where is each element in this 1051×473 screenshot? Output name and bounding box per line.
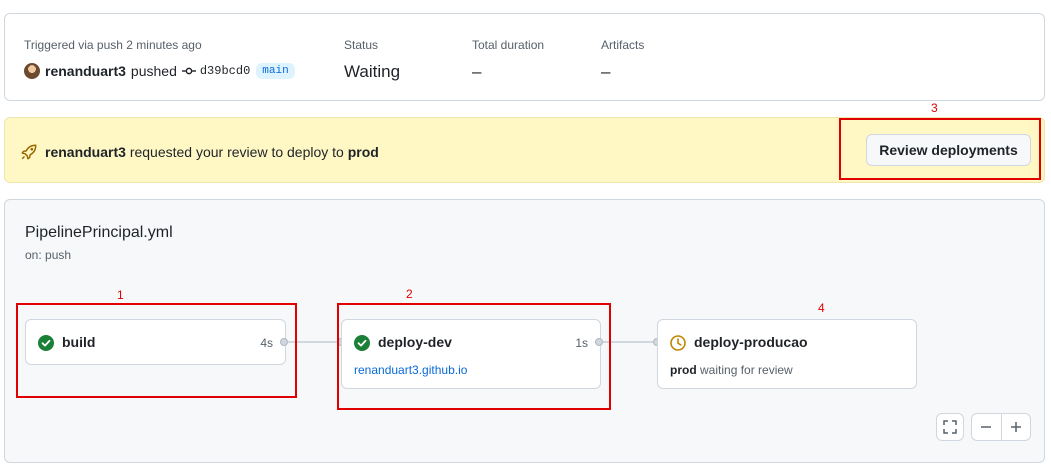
- review-request-text: renanduart3 requested your review to dep…: [45, 143, 379, 161]
- fullscreen-icon: [943, 420, 957, 434]
- annotation-box-3: [839, 118, 1041, 180]
- duration-value: –: [472, 62, 482, 81]
- review-message: requested your review to deploy to: [129, 144, 344, 160]
- artifacts-value: –: [601, 62, 611, 81]
- status-value: Waiting: [344, 62, 401, 81]
- clock-icon: [670, 335, 686, 351]
- rocket-icon: [21, 144, 37, 160]
- status-column: Status Waiting: [344, 37, 400, 83]
- action-text: pushed: [130, 63, 177, 79]
- status-label: Status: [344, 38, 379, 52]
- annotation-label-3: 3: [931, 101, 938, 115]
- avatar[interactable]: [24, 63, 40, 79]
- job-card-deploy-producao[interactable]: deploy-producao prod waiting for review: [657, 319, 917, 389]
- environment-name: prod: [347, 144, 379, 160]
- trigger-column: Triggered via push 2 minutes ago renandu…: [24, 37, 295, 81]
- duration-label: Total duration: [472, 38, 545, 52]
- commit-sha-link[interactable]: d39bcd0: [200, 64, 250, 78]
- job-waiting-note: waiting for review: [700, 363, 793, 377]
- artifacts-label: Artifacts: [601, 38, 645, 52]
- workflow-trigger: on: push: [25, 248, 72, 262]
- requester-name[interactable]: renanduart3: [45, 144, 126, 160]
- annotation-box-2: [337, 303, 611, 410]
- trigger-label: Triggered via push 2 minutes ago: [24, 38, 202, 52]
- trigger-detail: renanduart3 pushed d39bcd0 main: [24, 61, 295, 81]
- job-status-text: prod waiting for review: [670, 363, 793, 377]
- branch-label[interactable]: main: [256, 63, 295, 79]
- zoom-in-button[interactable]: [1002, 414, 1031, 440]
- run-summary: Triggered via push 2 minutes ago renandu…: [4, 13, 1045, 101]
- annotation-label-2: 2: [406, 287, 413, 301]
- zoom-in-icon: [1010, 422, 1021, 432]
- annotation-label-1: 1: [117, 288, 124, 302]
- artifacts-column: Artifacts –: [601, 37, 644, 83]
- job-environment: prod: [670, 363, 697, 377]
- zoom-out-button[interactable]: [972, 414, 1001, 440]
- zoom-out-icon: [981, 426, 992, 428]
- job-name: deploy-producao: [694, 334, 808, 350]
- duration-column: Total duration –: [472, 37, 544, 83]
- commit-icon: [181, 67, 196, 75]
- zoom-controls: [971, 413, 1031, 441]
- actor-link[interactable]: renanduart3: [45, 63, 126, 79]
- workflow-file-name: PipelinePrincipal.yml: [25, 224, 173, 241]
- annotation-label-4: 4: [818, 301, 825, 315]
- fullscreen-button[interactable]: [936, 413, 964, 441]
- annotation-box-1: [16, 303, 297, 398]
